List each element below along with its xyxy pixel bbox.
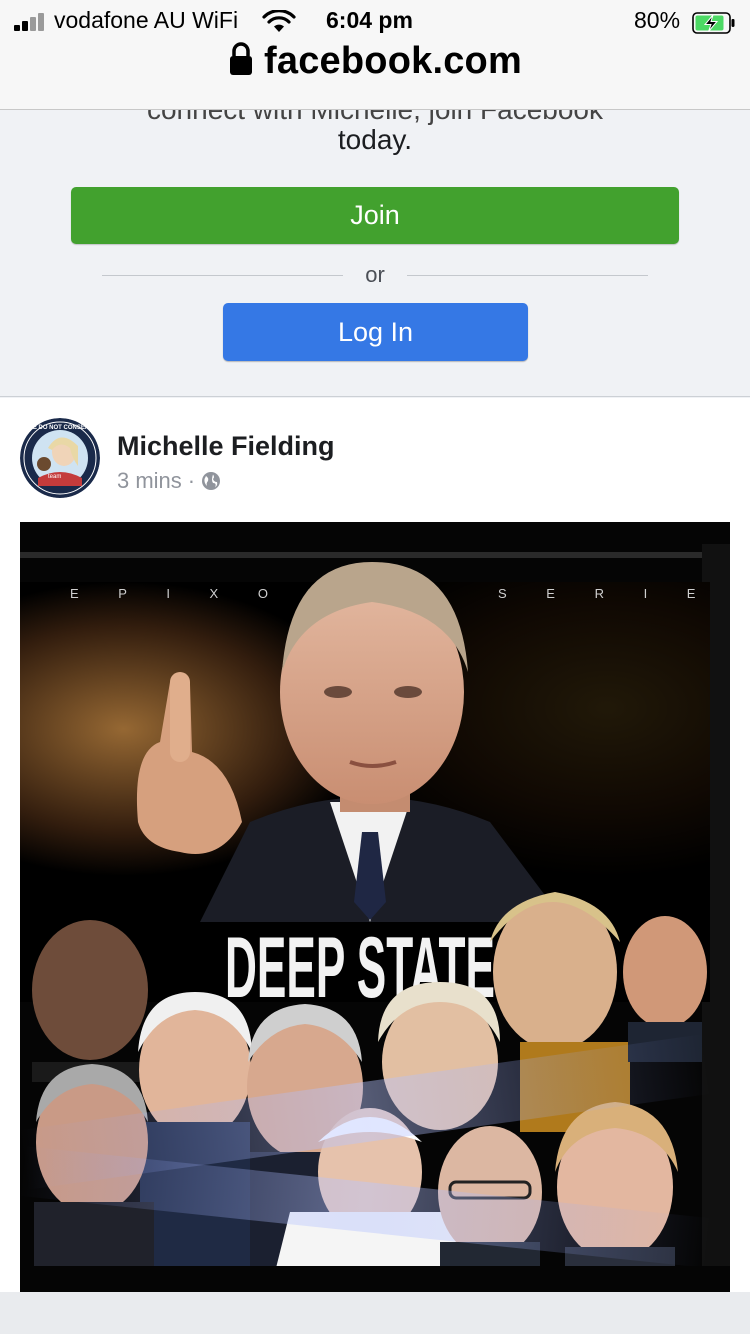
wifi-icon	[262, 10, 296, 32]
svg-text:WE DO NOT CONSENT: WE DO NOT CONSENT	[27, 425, 93, 431]
battery-charging-icon	[692, 12, 735, 34]
post-timestamp[interactable]: 3 mins	[117, 468, 182, 494]
prompt-text: today.	[337, 124, 413, 155]
status-bar: vodafone AU WiFi 6:04 pm 80%	[0, 6, 750, 38]
or-label: or	[365, 262, 385, 287]
globe-icon	[202, 472, 221, 490]
post-meta: 3 mins ·	[117, 468, 221, 494]
address-bar[interactable]: facebook.com	[0, 40, 750, 88]
clock: 6:04 pm	[326, 7, 413, 33]
log-in-button[interactable]: Log In	[223, 303, 528, 361]
battery-percentage: 80%	[634, 7, 681, 33]
author-name[interactable]: Michelle Fielding	[117, 431, 335, 462]
post-image[interactable]: E P I X O R I S E R I E S DEEP STATE	[20, 522, 730, 1292]
or-divider: or	[102, 261, 648, 291]
url-domain: facebook.com	[264, 40, 522, 82]
join-facebook-prompt: connect with Michelle, join Facebook tod…	[0, 110, 750, 397]
meta-separator: ·	[187, 468, 196, 493]
join-button[interactable]: Join	[71, 187, 679, 244]
post-card: WE DO NOT CONSENT team Michelle Fielding…	[0, 398, 750, 1292]
browser-top-bar: vodafone AU WiFi 6:04 pm 80% facebook.co…	[0, 0, 750, 110]
lock-icon	[230, 41, 253, 75]
series-label-right: S E R I E S	[498, 586, 730, 601]
carrier-name: vodafone AU WiFi	[54, 7, 239, 33]
next-post-divider	[0, 1292, 750, 1334]
cellular-signal-icon	[14, 13, 48, 31]
svg-text:team: team	[48, 474, 61, 480]
author-avatar[interactable]: WE DO NOT CONSENT team	[20, 418, 100, 498]
